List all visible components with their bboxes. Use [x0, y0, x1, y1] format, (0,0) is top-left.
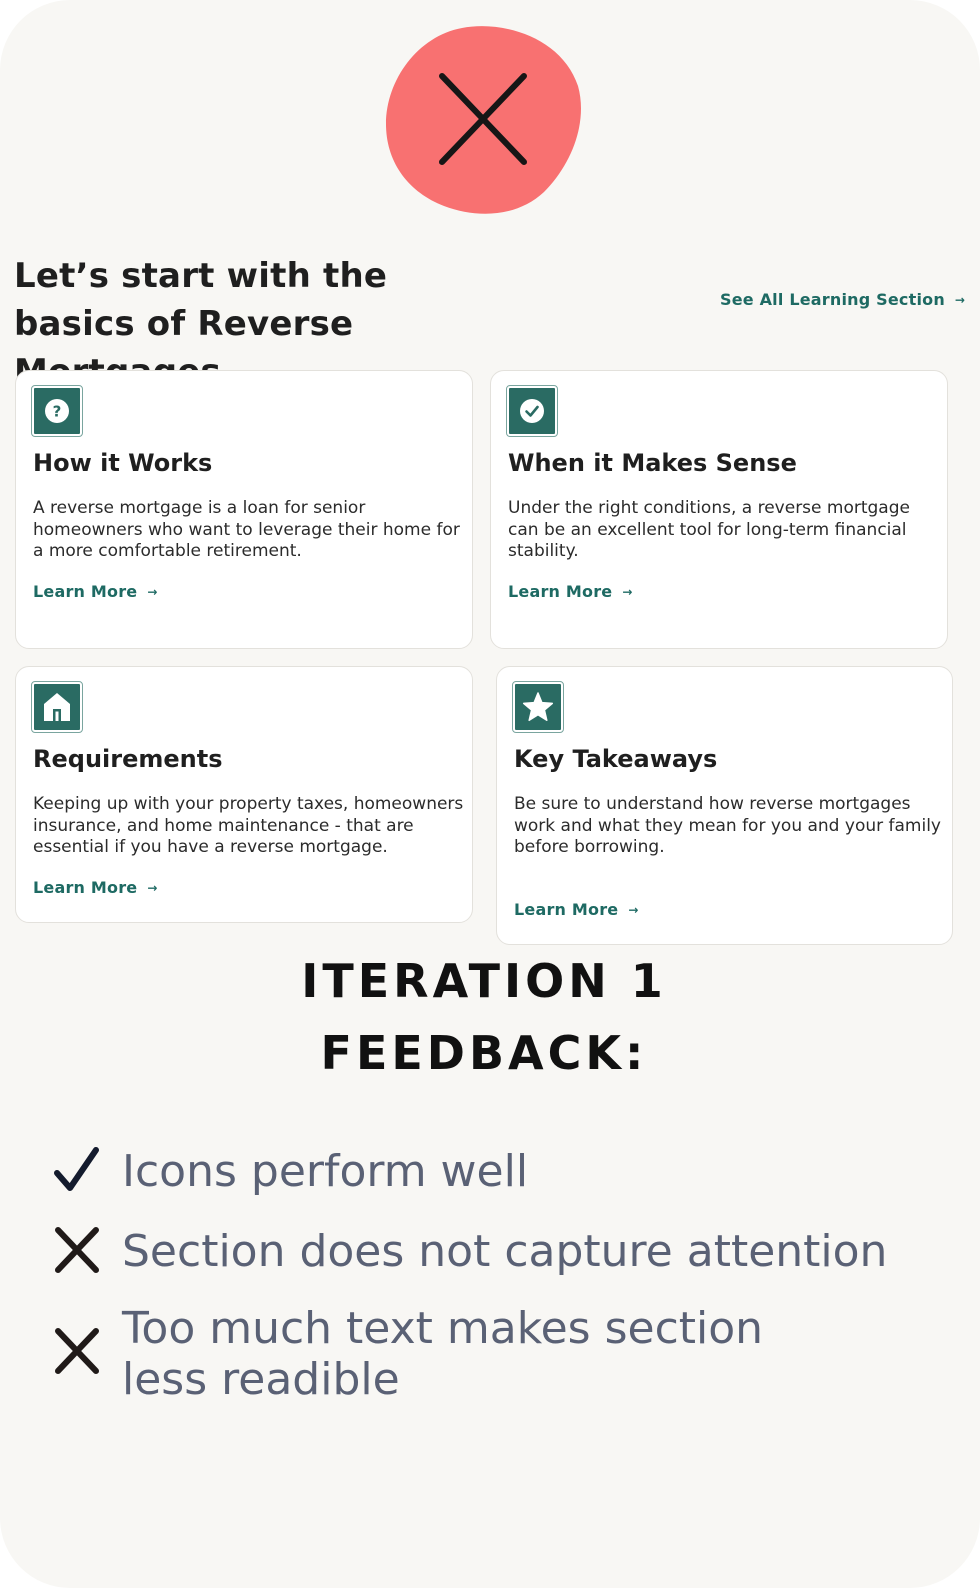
arrow-right-icon: →: [628, 903, 639, 917]
learn-more-link[interactable]: Learn More →: [33, 878, 158, 897]
check-circle-icon: [506, 385, 558, 437]
learn-more-link[interactable]: Learn More →: [508, 582, 633, 601]
svg-text:?: ?: [53, 403, 62, 421]
feedback-title-line-1: ITERATION 1: [301, 954, 667, 1008]
feedback-title-line-2: FEEDBACK:: [320, 1026, 648, 1080]
card-title: When it Makes Sense: [508, 449, 797, 477]
checkmark-icon: [54, 1147, 99, 1191]
arrow-right-icon: →: [147, 881, 158, 895]
card-title: Requirements: [33, 745, 223, 773]
x-mark-icon: [55, 1328, 99, 1374]
learn-more-label: Learn More: [508, 582, 613, 601]
card-key-takeaways: Key Takeaways Be sure to understand how …: [496, 666, 953, 945]
x-mark-icon: [55, 1227, 99, 1273]
question-icon: ?: [31, 385, 83, 437]
feedback-text: Icons perform well: [122, 1146, 529, 1197]
arrow-right-icon: →: [622, 585, 633, 599]
feedback-text: Section does not capture attention: [122, 1226, 888, 1277]
card-description: A reverse mortgage is a loan for senior …: [33, 498, 460, 561]
learn-more-link[interactable]: Learn More →: [33, 582, 158, 601]
arrow-right-icon: →: [954, 293, 966, 307]
see-all-label: See All Learning Section: [720, 290, 945, 309]
card-title: Key Takeaways: [514, 745, 718, 773]
learn-more-label: Learn More: [514, 900, 619, 919]
card-description: Keeping up with your property taxes, hom…: [33, 794, 464, 857]
card-how-it-works: ? How it Works A reverse mortgage is a l…: [15, 370, 473, 649]
learn-more-label: Learn More: [33, 878, 138, 897]
arrow-right-icon: →: [147, 585, 158, 599]
card-description: Under the right conditions, a reverse mo…: [508, 498, 910, 561]
feedback-text: Too much text makes section less readibl…: [122, 1303, 764, 1405]
card-requirements: Requirements Keeping up with your proper…: [15, 666, 473, 923]
home-icon: [31, 681, 83, 733]
learn-more-link[interactable]: Learn More →: [514, 900, 639, 919]
x-mark-icon: [386, 26, 581, 214]
star-icon: [512, 681, 564, 733]
see-all-learning-link[interactable]: See All Learning Section →: [720, 290, 965, 309]
card-description: Be sure to understand how reverse mortga…: [514, 794, 941, 857]
card-when-it-makes-sense: When it Makes Sense Under the right cond…: [490, 370, 948, 649]
card-title: How it Works: [33, 449, 213, 477]
learn-more-label: Learn More: [33, 582, 138, 601]
slide-frame: Let’s start with the basics of Reverse M…: [0, 0, 980, 1588]
